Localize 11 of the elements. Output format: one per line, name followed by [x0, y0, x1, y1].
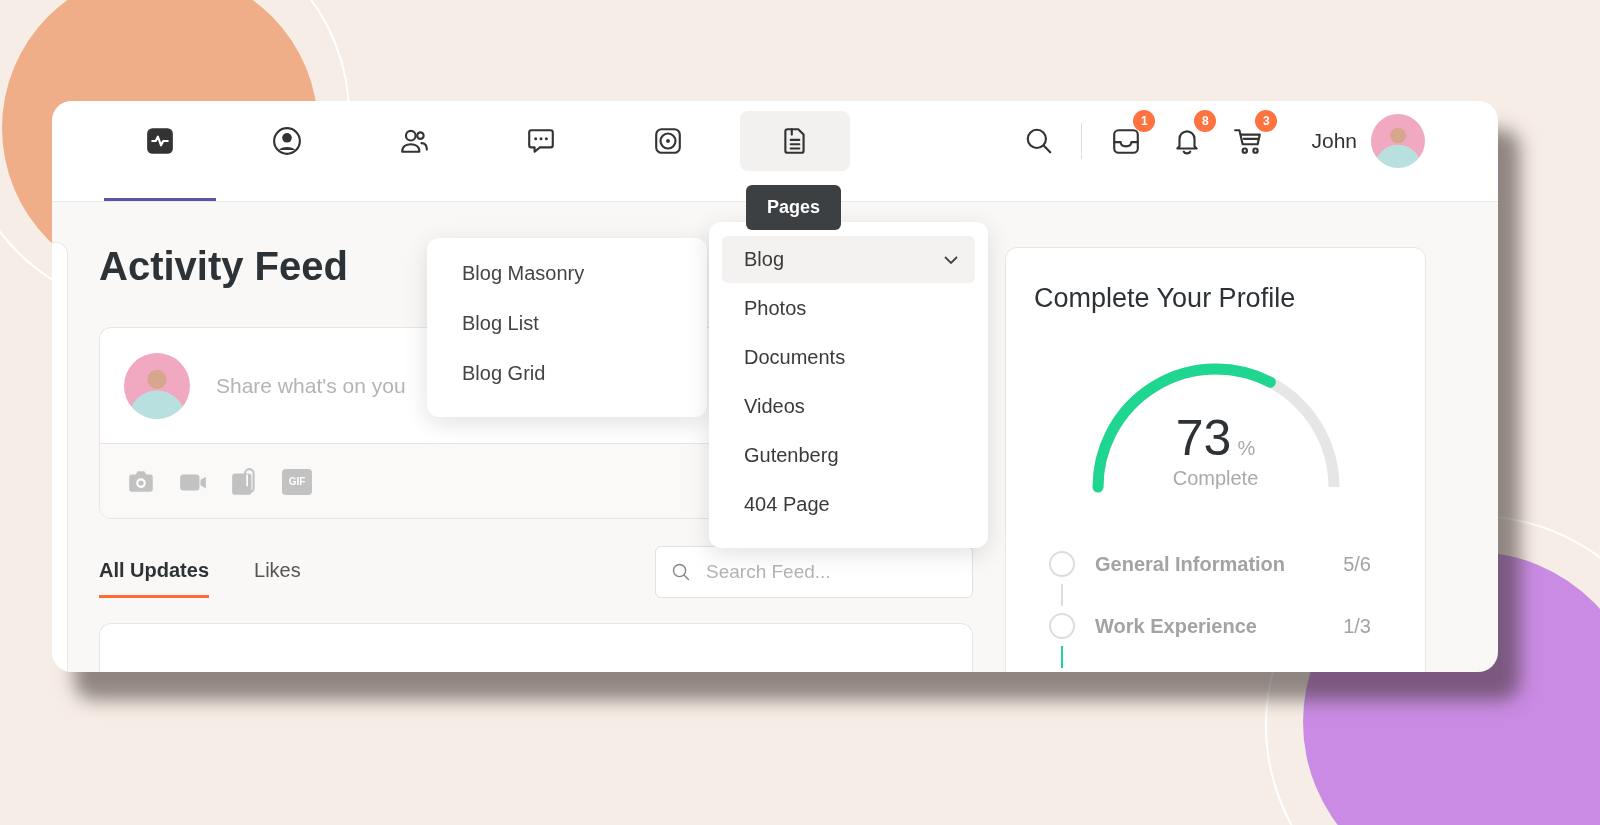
step-count: 5/6	[1343, 552, 1371, 576]
percent-value: 73	[1175, 409, 1232, 467]
step-count: 1/3	[1343, 614, 1371, 638]
count-badge: 3	[1255, 110, 1278, 132]
tooltip: Pages	[746, 185, 841, 230]
count-badge: 8	[1194, 110, 1217, 132]
count-badge: 1	[1133, 110, 1156, 132]
gauge-caption: Complete	[1172, 467, 1259, 490]
percent-sign: %	[1237, 437, 1256, 460]
page-title: Activity Feed	[99, 243, 348, 290]
card-title: Complete Your Profile	[1034, 283, 1297, 314]
